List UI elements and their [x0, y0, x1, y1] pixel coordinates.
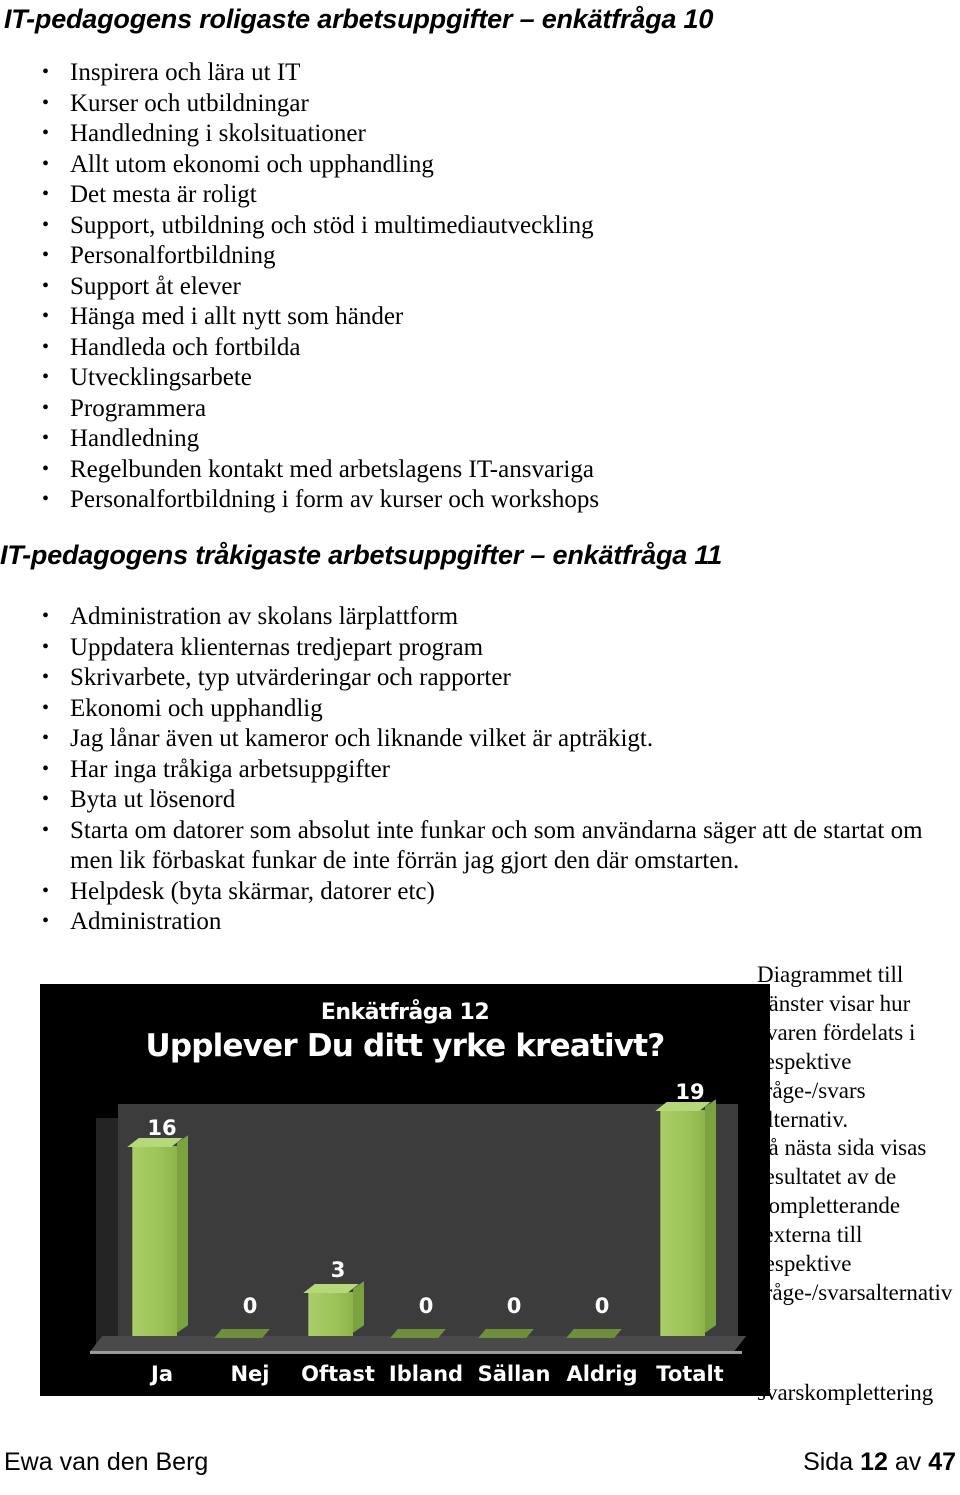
bar-value-label: 3 — [330, 1258, 346, 1282]
list-item: Har inga tråkiga arbetsuppgifter — [0, 754, 955, 786]
bar-value-label: 16 — [147, 1116, 177, 1140]
footer-page-total: 47 — [928, 1448, 956, 1476]
list-item: Jag lånar även ut kameror och liknande v… — [0, 723, 955, 755]
list-item: Support, utbildning och stöd i multimedi… — [0, 210, 940, 242]
list-item: Support åt elever — [0, 271, 940, 303]
answer-list-question-11: Administration av skolans lärplattform U… — [0, 601, 955, 938]
side-note-next-page: på nästa sida visas resultatet av de kom… — [757, 1135, 953, 1305]
list-item: Administration av skolans lärplattform — [0, 601, 955, 633]
footer-page-of: av — [894, 1448, 922, 1476]
category-label: Sällan — [477, 1362, 551, 1386]
side-note-svarskomplettering: svarskomplettering — [757, 1380, 934, 1405]
list-item: Administration — [0, 906, 955, 938]
list-item: Uppdatera klienternas tredjepart program — [0, 632, 955, 664]
list-item: Utvecklingsarbete — [0, 362, 940, 394]
bar-column-zero — [214, 1329, 270, 1338]
chart-title: Upplever Du ditt yrke kreativt? — [145, 1028, 666, 1064]
bar-column-zero — [478, 1329, 534, 1338]
chart-floor — [89, 1336, 747, 1352]
list-item: Allt utom ekonomi och upphandling — [0, 149, 940, 181]
section-heading-question-11: IT-pedagogens tråkigaste arbetsuppgifter… — [0, 540, 723, 570]
list-item: Helpdesk (byta skärmar, datorer etc) — [0, 876, 955, 908]
section-heading-question-10: IT-pedagogens roligaste arbetsuppgifter … — [4, 4, 714, 34]
chart-subtitle: Enkätfråga 12 — [320, 1000, 490, 1025]
bar-chart-question-12: Enkätfråga 12 Upplever Du ditt yrke krea… — [40, 984, 770, 1396]
list-item: Hänga med i allt nytt som händer — [0, 301, 940, 333]
bar-value-label: 0 — [418, 1294, 434, 1318]
list-item: Personalfortbildning i form av kurser oc… — [0, 484, 940, 516]
list-item: Regelbunden kontakt med arbetslagens IT-… — [0, 454, 940, 486]
category-label: Ibland — [388, 1362, 464, 1386]
chart-axis-line — [90, 1351, 742, 1354]
category-label: Aldrig — [566, 1362, 638, 1386]
list-item: Kurser och utbildningar — [0, 88, 940, 120]
page-footer: Ewa van den Berg Sida 12 av 47 — [0, 1448, 960, 1488]
footer-page-indicator: Sida 12 av 47 — [803, 1448, 956, 1477]
answer-list-question-10: Inspirera och lära ut IT Kurser och utbi… — [0, 57, 940, 516]
side-note-diagram-explanation: Diagrammet till vänster visar hur svaren… — [757, 962, 916, 1132]
footer-author: Ewa van den Berg — [4, 1448, 209, 1476]
list-item: Personalfortbildning — [0, 240, 940, 272]
bar-column — [132, 1146, 177, 1336]
footer-page-number: 12 — [860, 1448, 888, 1476]
list-item: Skrivarbete, typ utvärderingar och rappo… — [0, 662, 955, 694]
category-label: Oftast — [301, 1362, 375, 1386]
footer-page-prefix: Sida — [803, 1448, 854, 1476]
list-item: Ekonomi och upphandlig — [0, 693, 955, 725]
document-page: IT-pedagogens roligaste arbetsuppgifter … — [0, 0, 960, 1495]
category-label: Nej — [230, 1362, 270, 1386]
list-item: Byta ut lösenord — [0, 784, 955, 816]
list-item: Handledning i skolsituationer — [0, 118, 940, 150]
list-item: Starta om datorer som absolut inte funka… — [0, 815, 955, 877]
list-item: Programmera — [0, 393, 940, 425]
bar-column-zero — [566, 1329, 622, 1338]
list-item: Inspirera och lära ut IT — [0, 57, 940, 89]
bar-value-label: 0 — [242, 1294, 258, 1318]
category-label: Ja — [151, 1362, 173, 1386]
bar-column-zero — [390, 1329, 446, 1338]
chart-bars: 16 0 3 0 0 0 19 — [118, 1080, 738, 1338]
chart-category-labels: Ja Nej Oftast Ibland Sällan Aldrig Total… — [118, 1362, 738, 1396]
list-item: Handleda och fortbilda — [0, 332, 940, 364]
bar-value-label: 0 — [594, 1294, 610, 1318]
bar-column — [660, 1110, 705, 1336]
bar-value-label: 0 — [506, 1294, 522, 1318]
list-item: Handledning — [0, 423, 940, 455]
list-item: Det mesta är roligt — [0, 179, 940, 211]
bar-column — [308, 1292, 353, 1336]
bar-value-label: 19 — [675, 1080, 705, 1104]
category-label: Totalt — [656, 1362, 724, 1386]
